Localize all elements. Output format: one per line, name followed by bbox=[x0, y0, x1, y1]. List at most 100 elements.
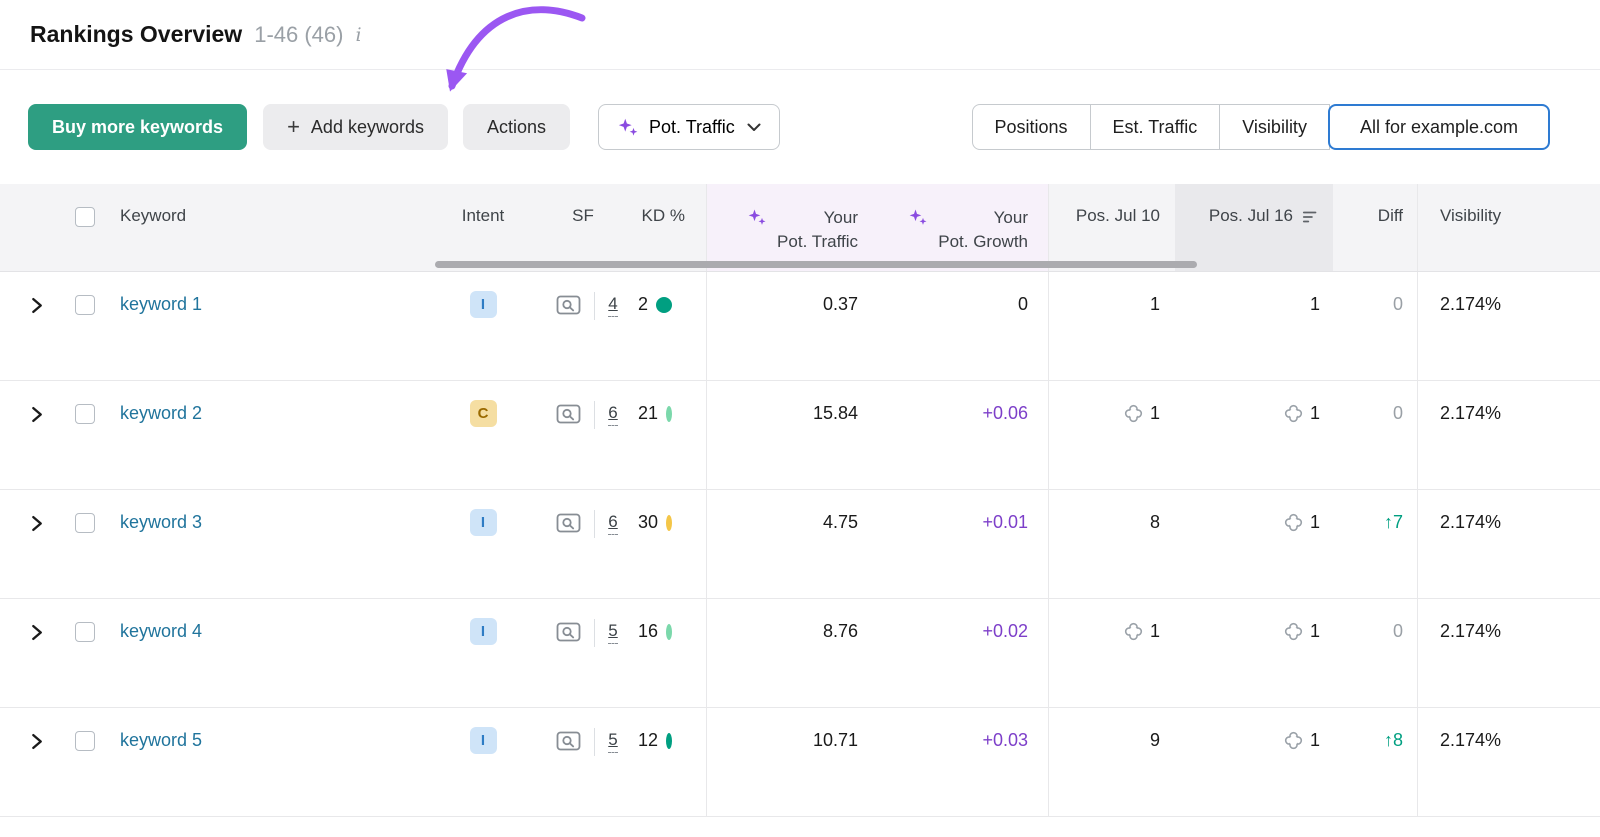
col-header-sf-label: SF bbox=[572, 206, 594, 226]
add-keywords-button[interactable]: + Add keywords bbox=[263, 104, 448, 150]
row-checkbox[interactable] bbox=[75, 622, 95, 642]
kd-difficulty-dot bbox=[656, 297, 672, 313]
col-header-sf[interactable]: SF bbox=[528, 184, 638, 271]
keyword-link[interactable]: keyword 3 bbox=[120, 512, 202, 533]
col-header-keyword[interactable]: Keyword bbox=[108, 184, 438, 271]
serp-features-icon bbox=[556, 622, 581, 644]
select-all-checkbox[interactable] bbox=[75, 207, 95, 227]
intent-badge[interactable]: I bbox=[470, 291, 497, 318]
pot-traffic-value: 10.71 bbox=[813, 730, 858, 751]
sf-count-link[interactable]: 5 bbox=[608, 730, 617, 753]
row-checkbox[interactable] bbox=[75, 295, 95, 315]
actions-button[interactable]: Actions bbox=[463, 104, 570, 150]
pot-growth-value: +0.02 bbox=[982, 621, 1028, 642]
kd-difficulty-dot bbox=[666, 515, 672, 531]
expand-row-chevron[interactable] bbox=[30, 406, 43, 423]
view-tab-positions[interactable]: Positions bbox=[972, 104, 1091, 150]
serp-features-icon bbox=[556, 513, 581, 535]
toolbar: Buy more keywords + Add keywords Actions… bbox=[28, 104, 1550, 150]
metric-dropdown[interactable]: Pot. Traffic bbox=[598, 104, 780, 150]
row-checkbox[interactable] bbox=[75, 731, 95, 751]
divider bbox=[594, 292, 595, 320]
page-title: Rankings Overview bbox=[30, 21, 242, 48]
sf-count-link[interactable]: 6 bbox=[608, 403, 617, 426]
pot-growth-value: +0.01 bbox=[982, 512, 1028, 533]
col-header-pos-jul10-label: Pos. Jul 10 bbox=[1076, 206, 1160, 226]
col-header-diff[interactable]: Diff bbox=[1333, 184, 1417, 271]
intent-badge[interactable]: C bbox=[470, 400, 497, 427]
diff-value: ↑7 bbox=[1384, 512, 1403, 533]
buy-more-keywords-button[interactable]: Buy more keywords bbox=[28, 104, 247, 150]
col-header-visibility-label: Visibility bbox=[1440, 206, 1501, 226]
col-header-pot-growth[interactable]: Your Pot. Growth bbox=[878, 184, 1048, 271]
intent-badge[interactable]: I bbox=[470, 727, 497, 754]
expand-row-chevron[interactable] bbox=[30, 515, 43, 532]
diff-value: 0 bbox=[1393, 403, 1403, 424]
table-row: keyword 1I420.3701102.174% bbox=[0, 272, 1600, 381]
view-tab-visibility[interactable]: Visibility bbox=[1219, 104, 1330, 150]
table-row: keyword 3I6304.75+0.0181↑72.174% bbox=[0, 490, 1600, 599]
col-header-intent[interactable]: Intent bbox=[438, 184, 528, 271]
keyword-link[interactable]: keyword 4 bbox=[120, 621, 202, 642]
sparkle-icon bbox=[908, 207, 928, 227]
row-checkbox[interactable] bbox=[75, 513, 95, 533]
horizontal-scrollbar[interactable] bbox=[435, 261, 1197, 268]
info-icon[interactable]: i bbox=[355, 24, 361, 46]
sparkle-icon bbox=[747, 207, 767, 227]
kd-value: 16 bbox=[638, 621, 658, 642]
diff-value: 0 bbox=[1393, 294, 1403, 315]
kd-difficulty-dot bbox=[666, 733, 672, 749]
position-value: 9 bbox=[1150, 730, 1160, 751]
intent-badge[interactable]: I bbox=[470, 509, 497, 536]
plus-icon: + bbox=[287, 116, 300, 138]
col-header-pot-growth-line2: Pot. Growth bbox=[938, 230, 1028, 254]
position-value: 1 bbox=[1310, 621, 1320, 642]
visibility-value: 2.174% bbox=[1440, 621, 1501, 642]
col-header-kd[interactable]: KD % bbox=[638, 184, 706, 271]
sf-count-link[interactable]: 4 bbox=[608, 294, 617, 317]
result-range: 1-46 (46) bbox=[254, 22, 343, 48]
metric-dropdown-label: Pot. Traffic bbox=[649, 117, 735, 138]
serp-feature-position-icon bbox=[1284, 404, 1303, 423]
serp-feature-position-icon bbox=[1124, 622, 1143, 641]
sf-count-link[interactable]: 5 bbox=[608, 621, 617, 644]
position-value: 1 bbox=[1310, 730, 1320, 751]
intent-badge[interactable]: I bbox=[470, 618, 497, 645]
col-header-pos-jul10[interactable]: Pos. Jul 10 bbox=[1048, 184, 1175, 271]
view-tab-all-for-domain[interactable]: All for example.com bbox=[1328, 104, 1550, 150]
keyword-link[interactable]: keyword 5 bbox=[120, 730, 202, 751]
expand-row-chevron[interactable] bbox=[30, 297, 43, 314]
chevron-down-icon bbox=[747, 123, 761, 132]
col-header-pot-traffic-line2: Pot. Traffic bbox=[777, 230, 858, 254]
serp-features-icon bbox=[556, 404, 581, 426]
col-header-intent-label: Intent bbox=[462, 206, 505, 226]
position-value: 1 bbox=[1150, 294, 1160, 315]
position-value: 8 bbox=[1150, 512, 1160, 533]
divider bbox=[594, 728, 595, 756]
view-tab-est-traffic[interactable]: Est. Traffic bbox=[1090, 104, 1221, 150]
pot-traffic-value: 8.76 bbox=[823, 621, 858, 642]
visibility-value: 2.174% bbox=[1440, 730, 1501, 751]
expand-row-chevron[interactable] bbox=[30, 624, 43, 641]
pot-traffic-value: 4.75 bbox=[823, 512, 858, 533]
col-header-diff-label: Diff bbox=[1378, 206, 1403, 226]
col-header-pot-traffic[interactable]: Your Pot. Traffic bbox=[706, 184, 878, 271]
header-checkbox-cell bbox=[62, 184, 108, 271]
kd-value: 30 bbox=[638, 512, 658, 533]
col-header-visibility[interactable]: Visibility bbox=[1417, 184, 1600, 271]
view-switcher: Positions Est. Traffic Visibility All fo… bbox=[972, 104, 1551, 150]
col-header-pos-jul16[interactable]: Pos. Jul 16 bbox=[1175, 184, 1333, 271]
table-row: keyword 4I5168.76+0.021102.174% bbox=[0, 599, 1600, 708]
kd-difficulty-dot bbox=[666, 624, 672, 640]
pot-growth-value: +0.03 bbox=[982, 730, 1028, 751]
divider bbox=[594, 401, 595, 429]
keyword-link[interactable]: keyword 2 bbox=[120, 403, 202, 424]
col-header-keyword-label: Keyword bbox=[120, 206, 186, 226]
sf-count-link[interactable]: 6 bbox=[608, 512, 617, 535]
keyword-link[interactable]: keyword 1 bbox=[120, 294, 202, 315]
pot-traffic-value: 15.84 bbox=[813, 403, 858, 424]
diff-value: 0 bbox=[1393, 621, 1403, 642]
row-checkbox[interactable] bbox=[75, 404, 95, 424]
expand-row-chevron[interactable] bbox=[30, 733, 43, 750]
table-body: keyword 1I420.3701102.174%keyword 2C6211… bbox=[0, 272, 1600, 817]
